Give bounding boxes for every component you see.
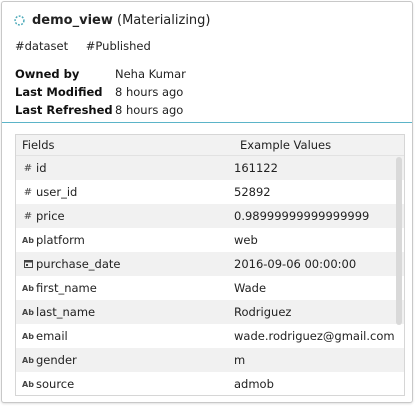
scrollbar[interactable] bbox=[396, 157, 402, 325]
number-type-icon: # bbox=[23, 162, 33, 174]
column-header-example-values: Example Values bbox=[240, 138, 332, 152]
meta-value: 8 hours ago bbox=[115, 103, 184, 117]
loading-spinner-icon bbox=[14, 15, 25, 26]
field-cell: Ab source bbox=[16, 377, 234, 391]
example-value: 52892 bbox=[234, 185, 271, 199]
table-row[interactable]: Ab platform web bbox=[16, 228, 404, 252]
example-value: wade.rodriguez@gmail.com bbox=[234, 329, 395, 343]
table-row[interactable]: # id 161122 bbox=[16, 156, 404, 180]
field-name: id bbox=[36, 161, 47, 175]
text-type-icon: Ab bbox=[22, 331, 34, 341]
dataset-card: demo_view (Materializing) #dataset #Publ… bbox=[1, 1, 413, 403]
number-type-icon: # bbox=[23, 210, 33, 222]
table-body: # id 161122 # user_id 52892 # price 0.9899999999… bbox=[16, 156, 404, 395]
table-row[interactable]: Ab email wade.rodriguez@gmail.com bbox=[16, 324, 404, 348]
title-row: demo_view (Materializing) bbox=[14, 13, 211, 28]
field-name: platform bbox=[36, 233, 85, 247]
table-row[interactable]: # price 0.98999999999999999 bbox=[16, 204, 404, 228]
field-cell: # user_id bbox=[16, 185, 234, 199]
number-type-icon: # bbox=[23, 186, 33, 198]
field-cell: Ab gender bbox=[16, 353, 234, 367]
meta-last-refreshed: Last Refreshed 8 hours ago bbox=[15, 101, 186, 119]
example-value: 2016-09-06 00:00:00 bbox=[234, 257, 357, 271]
example-value: 0.98999999999999999 bbox=[234, 209, 370, 223]
meta-label: Last Modified bbox=[15, 85, 103, 99]
meta-value: Neha Kumar bbox=[115, 67, 186, 81]
field-name: purchase_date bbox=[36, 257, 121, 271]
table-row[interactable]: Ab gender m bbox=[16, 348, 404, 372]
field-cell: Ab platform bbox=[16, 233, 234, 247]
fields-table: Fields Example Values # id 161122 # user_id 5… bbox=[15, 134, 405, 396]
meta-label: Last Refreshed bbox=[15, 103, 113, 117]
table-header: Fields Example Values bbox=[16, 135, 404, 156]
field-name: user_id bbox=[36, 185, 78, 199]
tag-dataset[interactable]: #dataset bbox=[15, 39, 68, 53]
example-value: 161122 bbox=[234, 161, 278, 175]
field-cell: # id bbox=[16, 161, 234, 175]
dataset-name: demo_view bbox=[32, 13, 113, 28]
dataset-title: demo_view (Materializing) bbox=[32, 13, 211, 28]
table-row[interactable]: Ab first_name Wade bbox=[16, 276, 404, 300]
field-cell: purchase_date bbox=[16, 257, 234, 271]
field-name: email bbox=[36, 329, 68, 343]
field-name: source bbox=[36, 377, 75, 391]
field-name: first_name bbox=[36, 281, 97, 295]
text-type-icon: Ab bbox=[22, 379, 34, 389]
text-type-icon: Ab bbox=[22, 307, 34, 317]
text-type-icon: Ab bbox=[22, 355, 34, 365]
table-row[interactable]: Ab source admob bbox=[16, 372, 404, 395]
column-header-fields: Fields bbox=[22, 138, 55, 152]
example-value: m bbox=[234, 353, 246, 367]
table-row[interactable]: purchase_date 2016-09-06 00:00:00 bbox=[16, 252, 404, 276]
text-type-icon: Ab bbox=[22, 235, 34, 245]
table-row[interactable]: Ab last_name Rodriguez bbox=[16, 300, 404, 324]
example-value: Wade bbox=[234, 281, 267, 295]
meta-last-modified: Last Modified 8 hours ago bbox=[15, 83, 186, 101]
field-cell: Ab email bbox=[16, 329, 234, 343]
meta-owned-by: Owned by Neha Kumar bbox=[15, 65, 186, 83]
calendar-icon bbox=[22, 259, 34, 270]
text-type-icon: Ab bbox=[22, 283, 34, 293]
tag-list: #dataset #Published bbox=[15, 39, 165, 53]
meta-label: Owned by bbox=[15, 67, 80, 81]
dataset-status: (Materializing) bbox=[117, 13, 211, 28]
field-name: gender bbox=[36, 353, 77, 367]
field-cell: # price bbox=[16, 209, 234, 223]
example-value: Rodriguez bbox=[234, 305, 292, 319]
field-cell: Ab first_name bbox=[16, 281, 234, 295]
table-row[interactable]: # user_id 52892 bbox=[16, 180, 404, 204]
divider bbox=[2, 122, 412, 123]
field-cell: Ab last_name bbox=[16, 305, 234, 319]
metadata: Owned by Neha Kumar Last Modified 8 hour… bbox=[15, 65, 186, 119]
field-name: price bbox=[36, 209, 65, 223]
example-value: web bbox=[234, 233, 258, 247]
example-value: admob bbox=[234, 377, 274, 391]
meta-value: 8 hours ago bbox=[115, 85, 184, 99]
field-name: last_name bbox=[36, 305, 96, 319]
tag-published[interactable]: #Published bbox=[86, 39, 151, 53]
